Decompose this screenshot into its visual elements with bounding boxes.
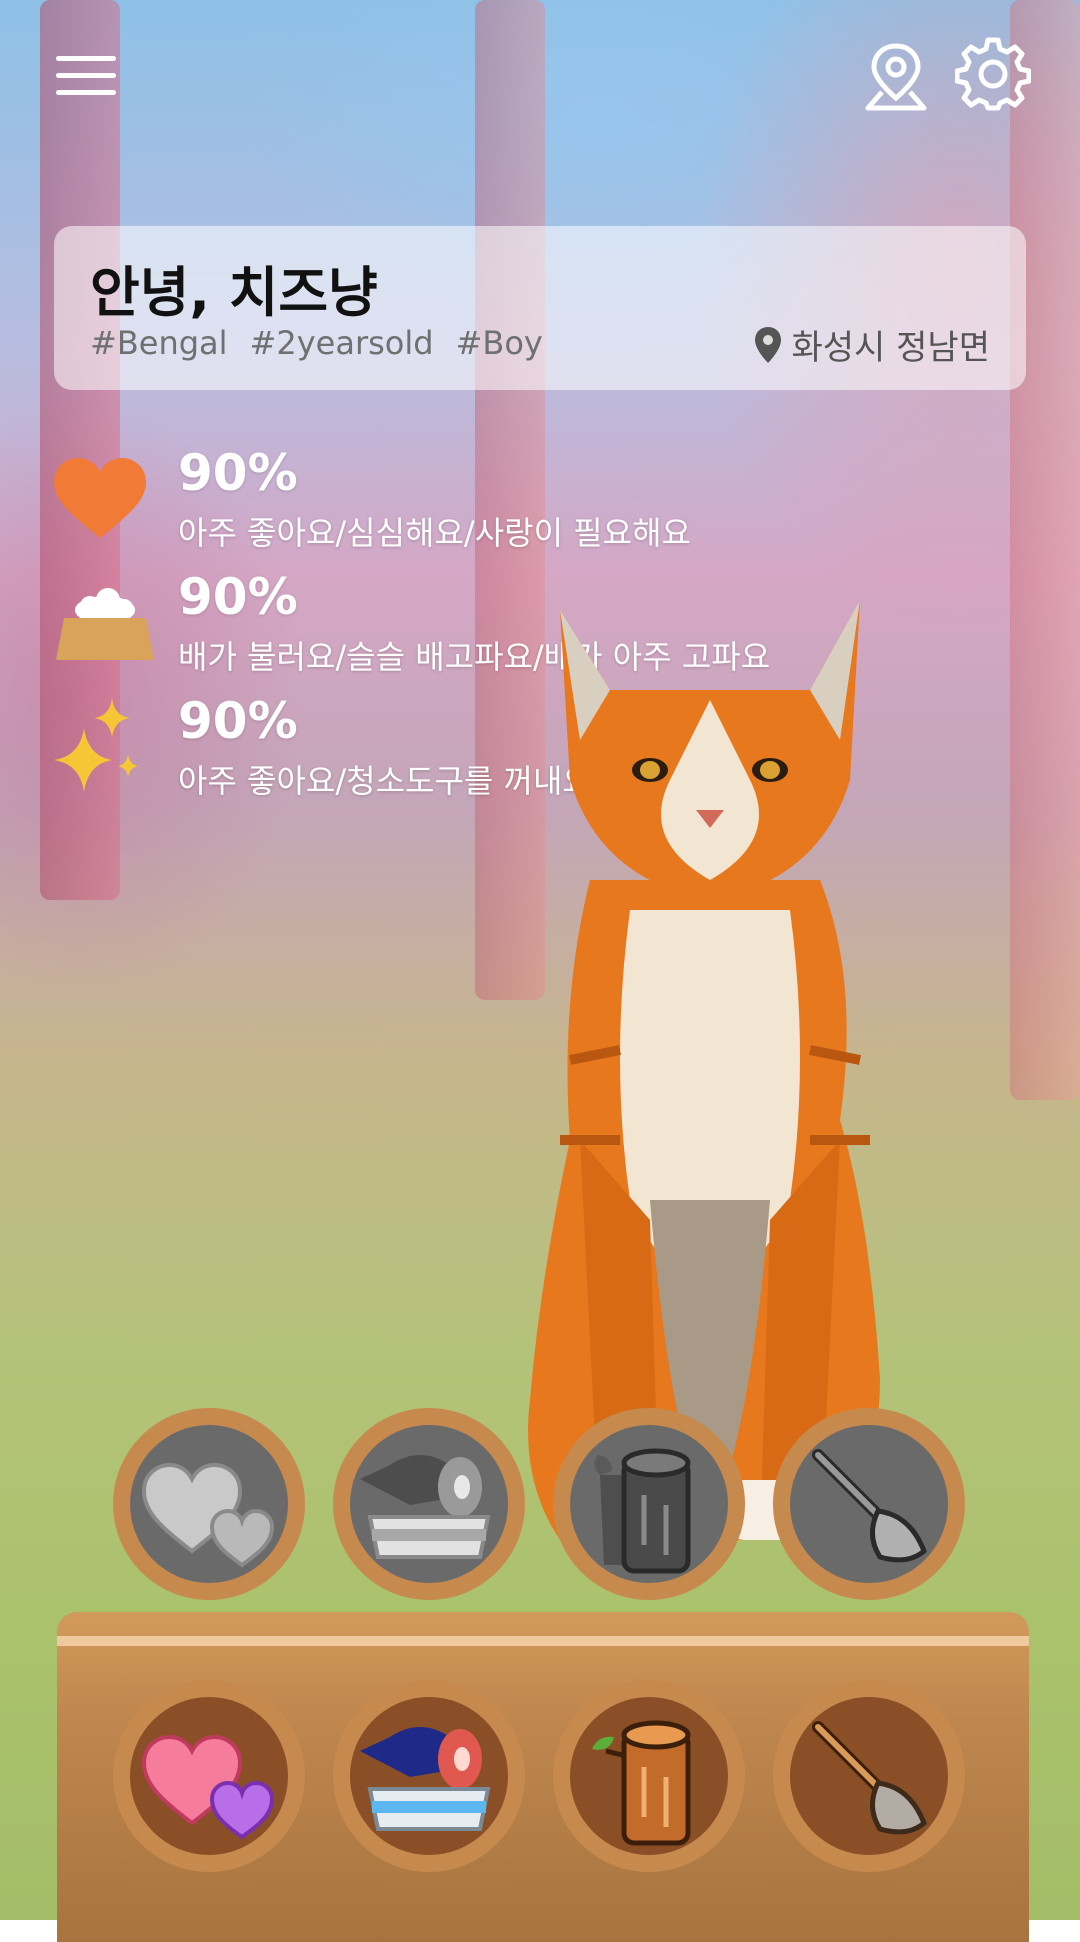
greeting-title: 안녕, 치즈냥 <box>90 261 378 324</box>
feed-button[interactable] <box>333 1680 525 1872</box>
tag-list: #Bengal #2yearsold #Boy <box>90 324 543 362</box>
tree-trunk <box>1010 0 1080 1100</box>
map-pin-icon <box>865 43 927 111</box>
affection-button[interactable] <box>113 1680 305 1872</box>
hamburger-menu-icon <box>56 56 116 61</box>
location-text: 화성시 정남면 <box>791 328 991 368</box>
tag-gender: #Boy <box>455 324 543 362</box>
tray-stripe <box>57 1636 1029 1646</box>
broom-icon <box>812 1449 927 1563</box>
affection-description: 아주 좋아요/심심해요/사랑이 필요해요 <box>178 514 691 552</box>
food-bowl-icon <box>50 574 160 674</box>
feed-button-inactive[interactable] <box>333 1408 525 1600</box>
broom-icon <box>812 1721 927 1835</box>
hunger-percent: 90% <box>178 568 298 626</box>
log-icon <box>594 1448 691 1574</box>
fish-bowl-icon <box>360 1727 491 1831</box>
affection-percent: 90% <box>178 444 298 502</box>
hamburger-menu-line <box>56 73 116 78</box>
hamburger-menu-line <box>56 90 116 95</box>
settings-button[interactable] <box>954 36 1032 112</box>
tag-breed: #Bengal <box>90 324 228 362</box>
fish-bowl-icon <box>360 1455 491 1559</box>
sparkle-icon <box>50 698 160 798</box>
tag-age: #2yearsold <box>249 324 434 362</box>
hearts-icon <box>141 1462 275 1568</box>
heart-icon <box>50 450 160 550</box>
menu-button[interactable] <box>56 56 118 96</box>
profile-card: 안녕, 치즈냥 #Bengal #2yearsold #Boy 화성시 정남면 <box>54 226 1026 390</box>
log-icon <box>592 1720 691 1846</box>
scratch-button[interactable] <box>553 1680 745 1872</box>
scratch-button-inactive[interactable] <box>553 1408 745 1600</box>
hearts-icon <box>141 1734 275 1840</box>
location-button[interactable] <box>862 40 930 114</box>
clean-button[interactable] <box>773 1680 965 1872</box>
cleanliness-percent: 90% <box>178 692 298 750</box>
clean-button-inactive[interactable] <box>773 1408 965 1600</box>
affection-button-inactive[interactable] <box>113 1408 305 1600</box>
location-pin-icon <box>754 326 781 363</box>
stat-affection: 90% 아주 좋아요/심심해요/사랑이 필요해요 <box>50 444 950 560</box>
location-label: 화성시 정남면 <box>754 320 991 369</box>
gear-icon <box>954 37 1032 111</box>
